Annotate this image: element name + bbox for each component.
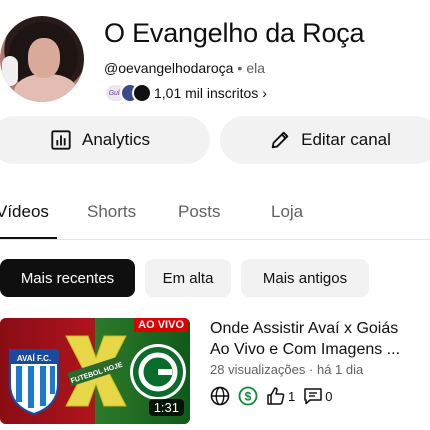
chevron-right-icon: ›: [262, 85, 267, 101]
avatar-hand: [2, 56, 18, 86]
video-views: 28 visualizações: [210, 362, 306, 377]
tab-posts[interactable]: Posts: [178, 202, 221, 222]
subscriber-count: 1,01 mil inscritos: [154, 85, 259, 101]
thumb-left-team: AVAÍ F.C.: [17, 354, 51, 363]
dollar-circle-icon: $: [238, 386, 258, 406]
edit-channel-label: Editar canal: [301, 130, 391, 149]
video-title-line2: Ao Vivo e Com Imagens ...: [210, 341, 401, 358]
channel-avatar[interactable]: [0, 16, 84, 102]
pencil-icon: [271, 131, 289, 149]
analytics-button[interactable]: Analytics: [0, 116, 210, 164]
globe-icon: [210, 386, 230, 406]
thumbs-up-icon: [267, 387, 285, 405]
analytics-icon: [51, 130, 71, 150]
channel-handle-row: @oevangelhodaroça • ela: [104, 60, 265, 76]
chip-mais-antigos[interactable]: Mais antigos: [241, 259, 369, 297]
subscriber-avatar: [132, 83, 152, 103]
chip-em-alta[interactable]: Em alta: [145, 259, 231, 297]
comment-count: 0: [325, 388, 333, 404]
video-actions: $ 1 0: [210, 385, 332, 407]
tab-shorts[interactable]: Shorts: [87, 202, 136, 222]
visibility-public[interactable]: [210, 386, 230, 406]
monetization-status[interactable]: $: [238, 386, 258, 406]
channel-handle: @oevangelhodaroça: [104, 60, 234, 76]
subscribers-row[interactable]: Gulu 1,01 mil inscritos ›: [104, 82, 267, 104]
video-meta: 28 visualizações · há 1 dia: [210, 362, 363, 377]
like-count: 1: [288, 388, 296, 404]
video-thumbnail[interactable]: AVAÍ F.C. FUTEBOL HOJE AO VIVO 1:31: [0, 318, 190, 424]
channel-pronoun: ela: [246, 60, 266, 76]
comments[interactable]: 0: [303, 386, 332, 406]
chip-mais-recentes[interactable]: Mais recentes: [0, 259, 135, 297]
active-tab-indicator: [0, 237, 57, 239]
x-versus-icon: FUTEBOL HOJE: [65, 335, 127, 407]
svg-text:$: $: [245, 390, 252, 404]
tab-loja[interactable]: Loja: [271, 202, 303, 222]
tab-videos[interactable]: Vídeos: [0, 202, 49, 222]
avai-crest-icon: AVAÍ F.C.: [9, 349, 59, 416]
subscriber-avatars: Gulu: [104, 82, 152, 104]
live-badge: AO VIVO: [134, 318, 188, 332]
channel-title: O Evangelho da Roça: [104, 18, 365, 48]
avatar-face: [28, 38, 60, 78]
avatar-shoulder: [14, 74, 78, 102]
analytics-label: Analytics: [81, 130, 151, 149]
channel-tabs: Vídeos Shorts Posts Loja: [0, 198, 430, 240]
meta-separator: ·: [309, 362, 314, 377]
video-duration: 1:31: [148, 399, 184, 416]
video-age: há 1 dia: [316, 362, 364, 377]
goias-crest-icon: [130, 344, 186, 400]
edit-channel-button[interactable]: Editar canal: [220, 116, 430, 164]
video-title-line1: Onde Assistir Avaí x Goiás: [210, 320, 399, 337]
video-title[interactable]: Onde Assistir Avaí x Goiás Ao Vivo e Com…: [210, 318, 420, 360]
comment-icon: [304, 388, 322, 405]
likes[interactable]: 1: [266, 386, 295, 406]
handle-separator: •: [237, 60, 243, 76]
